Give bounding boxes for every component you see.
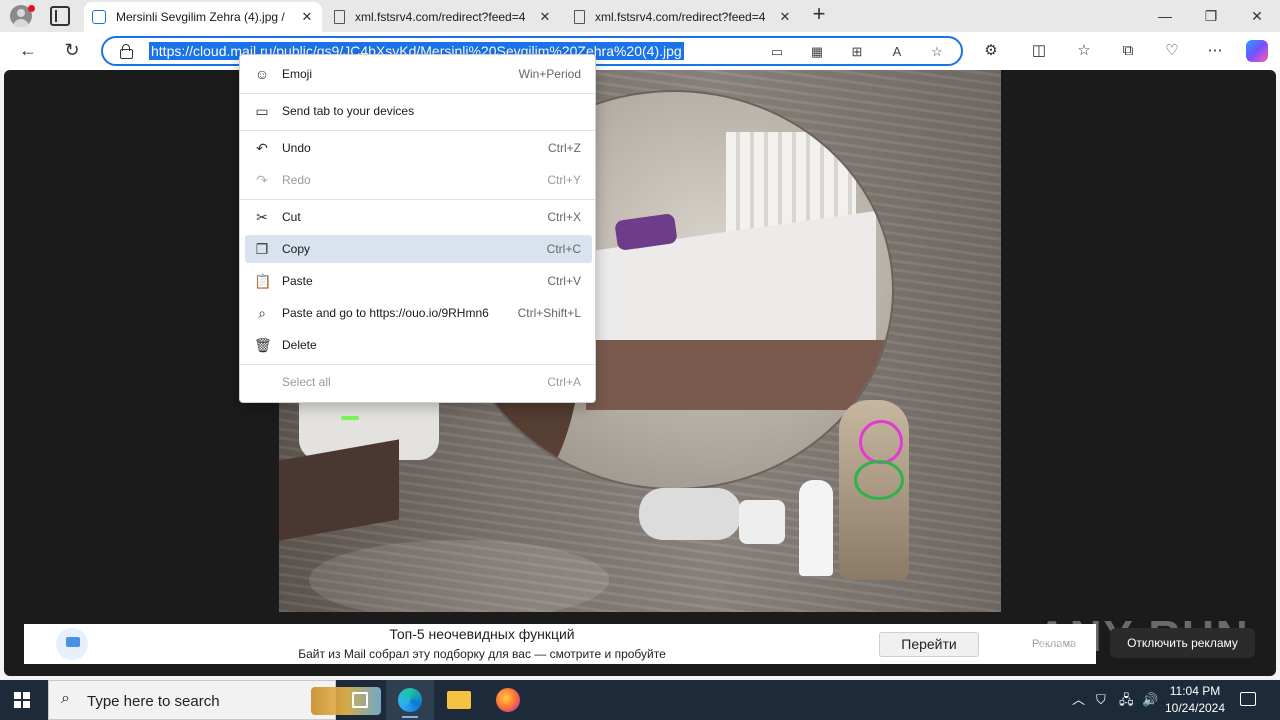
ad-banner[interactable]: Топ-5 неочевидных функций Байт из Mail с…	[24, 624, 1096, 664]
close-tab-icon[interactable]: ✕	[300, 9, 314, 25]
menu-separator	[240, 364, 595, 365]
undo-icon: ↶	[256, 140, 268, 156]
folder-icon	[447, 691, 471, 709]
page-favicon-icon	[574, 10, 585, 24]
menu-item-paste[interactable]: 📋 Paste Ctrl+V	[245, 267, 592, 295]
browser-toolbar: ← ↻ https://cloud.mail.ru/public/qs9/JC4…	[0, 32, 1280, 70]
cut-icon: ✂	[256, 209, 268, 225]
favorite-star-icon[interactable]: ☆	[929, 44, 945, 60]
app-available-icon[interactable]: ▭	[769, 44, 785, 60]
close-tab-icon[interactable]: ✕	[538, 9, 552, 25]
tab-title: xml.fstsrv4.com/redirect?feed=4	[595, 10, 766, 24]
firefox-taskbar-button[interactable]	[484, 680, 532, 720]
windows-start-icon[interactable]	[14, 692, 30, 708]
copy-icon: ❐	[255, 241, 269, 257]
restore-button[interactable]: ❐	[1196, 4, 1226, 28]
ad-text[interactable]: Байт из Mail собрал эту подборку для вас…	[224, 647, 740, 661]
tab-redirect-1[interactable]: xml.fstsrv4.com/redirect?feed=4 ✕	[326, 2, 560, 32]
copilot-icon[interactable]	[1246, 40, 1268, 62]
taskbar: ⌕ Type here to search ︿ ⛉ 🖧 🔊 11:04 PM 1…	[0, 680, 1280, 720]
tab-mersinli[interactable]: Mersinli Sevgilim Zehra (4).jpg / ✕	[84, 2, 322, 32]
close-tab-icon[interactable]: ✕	[778, 9, 792, 25]
menu-item-paste-and-go[interactable]: ⌕ Paste and go to https://ouo.io/9RHmn6 …	[245, 299, 592, 327]
menu-item-copy[interactable]: ❐ Copy Ctrl+C	[245, 235, 592, 263]
tab-actions-icon[interactable]	[50, 6, 70, 26]
new-tab-button[interactable]: +	[808, 3, 830, 26]
collections-icon[interactable]: ⧉	[1118, 41, 1138, 61]
browser-essentials-icon[interactable]: ♡	[1162, 41, 1182, 61]
tab-title: Mersinli Sevgilim Zehra (4).jpg /	[116, 10, 285, 24]
menu-item-send-tab[interactable]: ▭ Send tab to your devices	[245, 97, 592, 125]
menu-item-emoji[interactable]: ☺ Emoji Win+Period	[245, 60, 592, 88]
page-favicon-icon	[334, 10, 345, 24]
menu-item-select-all: Select all Ctrl+A	[282, 375, 581, 389]
paste-go-icon: ⌕	[258, 305, 266, 321]
context-menu: ☺ Emoji Win+Period ▭ Send tab to your de…	[239, 54, 596, 403]
taskbar-clock[interactable]: 11:04 PM 10/24/2024	[1160, 683, 1230, 717]
tab-strip: Mersinli Sevgilim Zehra (4).jpg / ✕ xml.…	[0, 0, 1280, 32]
task-view-icon	[352, 692, 368, 708]
volume-icon[interactable]: 🔊	[1142, 692, 1158, 708]
ad-title[interactable]: Топ-5 неочевидных функций	[224, 626, 740, 642]
edge-taskbar-button[interactable]	[386, 680, 434, 720]
notification-icon[interactable]	[1240, 692, 1256, 706]
tab-title: xml.fstsrv4.com/redirect?feed=4	[355, 10, 526, 24]
ad-logo-icon	[56, 628, 88, 660]
disable-ads-button[interactable]: Отключить рекламу	[1110, 628, 1255, 658]
menu-item-delete[interactable]: 🗑 Delete	[245, 331, 592, 359]
delete-icon: 🗑	[254, 337, 272, 353]
back-button[interactable]: ←	[16, 39, 40, 63]
edge-icon	[398, 688, 422, 712]
menu-item-cut[interactable]: ✂ Cut Ctrl+X	[245, 203, 592, 231]
search-icon: ⌕	[61, 690, 70, 707]
menu-item-redo: ↷ Redo Ctrl+Y	[245, 166, 592, 194]
lock-icon[interactable]	[120, 44, 133, 59]
redo-icon: ↷	[256, 172, 268, 188]
network-icon[interactable]: 🖧	[1119, 692, 1134, 708]
ad-go-button[interactable]: Перейти	[879, 632, 979, 657]
read-aloud-icon[interactable]: A	[889, 44, 905, 60]
tray-chevron-icon[interactable]: ︿	[1072, 692, 1085, 708]
menu-separator	[240, 130, 595, 131]
file-explorer-taskbar-button[interactable]	[435, 680, 483, 720]
paste-icon: 📋	[254, 273, 272, 289]
task-view-button[interactable]	[336, 680, 384, 720]
reload-button[interactable]: ↻	[60, 39, 84, 63]
tab-redirect-2[interactable]: xml.fstsrv4.com/redirect?feed=4 ✕	[566, 2, 800, 32]
menu-item-undo[interactable]: ↶ Undo Ctrl+Z	[245, 134, 592, 162]
clock-time: 11:04 PM	[1169, 684, 1221, 698]
minimize-button[interactable]: —	[1150, 4, 1180, 28]
search-placeholder: Type here to search	[87, 693, 220, 710]
extensions-icon[interactable]: ⚙	[981, 41, 1001, 61]
qr-code-icon[interactable]: ▦	[809, 44, 825, 60]
menu-separator	[240, 199, 595, 200]
taskbar-search-box[interactable]: ⌕ Type here to search	[48, 680, 381, 720]
menu-separator	[240, 93, 595, 94]
favorites-icon[interactable]: ☆	[1074, 41, 1094, 61]
image-favicon-icon	[92, 10, 106, 24]
firefox-icon	[496, 688, 520, 712]
emoji-icon: ☺	[254, 66, 270, 82]
extensions-grid-icon[interactable]: ⊞	[849, 44, 865, 60]
shield-icon[interactable]: ⛉	[1096, 692, 1106, 708]
send-tab-icon: ▭	[255, 103, 269, 119]
close-window-button[interactable]: ✕	[1242, 4, 1272, 28]
profile-notification-dot	[28, 5, 35, 12]
clock-date: 10/24/2024	[1164, 701, 1226, 715]
more-menu-icon[interactable]: ⋯	[1205, 41, 1225, 61]
split-screen-icon[interactable]: ◫	[1029, 41, 1049, 61]
